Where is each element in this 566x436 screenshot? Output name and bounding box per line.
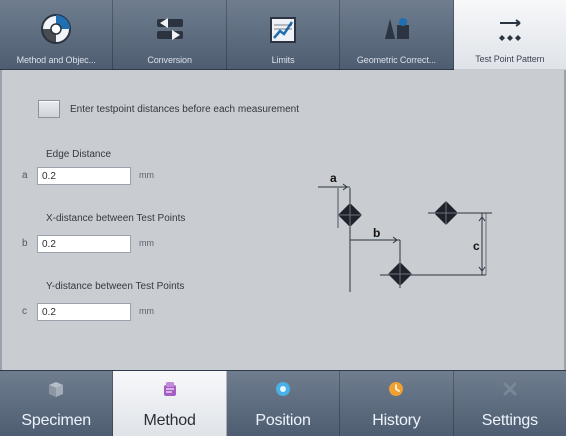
specimen-icon [44, 377, 68, 401]
x-distance-input[interactable] [37, 235, 131, 253]
nav-label: Position [255, 412, 311, 429]
checkbox-label: Enter testpoint distances before each me… [70, 103, 300, 115]
nav-settings[interactable]: Settings [454, 371, 566, 436]
history-icon [384, 377, 408, 401]
y-distance-input[interactable] [37, 303, 131, 321]
test-point-pattern-diagram: a b c [310, 170, 496, 300]
diagram-label-b: b [373, 226, 380, 240]
edge-distance-unit: mm [139, 170, 154, 180]
edge-distance-input[interactable] [37, 167, 131, 185]
nav-label: Settings [481, 412, 538, 429]
field-letter-a: a [22, 170, 28, 181]
settings-panel: Enter testpoint distances before each me… [0, 70, 566, 370]
edge-distance-label: Edge Distance [46, 149, 112, 160]
x-distance-unit: mm [139, 238, 154, 248]
test-point-pattern-icon [488, 7, 532, 51]
test-point-markers [338, 201, 458, 286]
tab-label: Geometric Correct... [356, 55, 436, 65]
field-letter-b: b [22, 238, 28, 249]
conversion-icon [148, 7, 192, 51]
tab-label: Limits [271, 55, 295, 65]
tab-conversion[interactable]: Conversion [113, 0, 227, 70]
nav-position[interactable]: Position [227, 371, 341, 436]
field-letter-c: c [22, 306, 27, 317]
tab-label: Conversion [147, 55, 192, 65]
x-distance-label: X-distance between Test Points [46, 213, 186, 224]
diagram-label-c: c [473, 239, 480, 253]
position-icon [271, 377, 295, 401]
nav-specimen[interactable]: Specimen [0, 371, 114, 436]
tab-geometric-correction[interactable]: Geometric Correct... [340, 0, 454, 70]
y-distance-label: Y-distance between Test Points [46, 281, 185, 292]
nav-label: Specimen [21, 412, 91, 429]
tab-method-and-objectives[interactable]: Method and Objec... [0, 0, 114, 70]
nav-method[interactable]: Method [113, 371, 227, 436]
method-objectives-icon [34, 7, 78, 51]
y-distance-unit: mm [139, 306, 154, 316]
settings-icon [498, 377, 522, 401]
tab-label: Test Point Pattern [475, 54, 545, 64]
app-window: Method and Objec... Conversion Limits Ge… [0, 0, 566, 436]
nav-history[interactable]: History [340, 371, 454, 436]
geometric-correction-icon [374, 7, 418, 51]
tab-label: Method and Objec... [16, 55, 96, 65]
enter-distances-checkbox-row[interactable]: Enter testpoint distances before each me… [38, 97, 299, 121]
nav-label: Method [143, 412, 196, 429]
nav-label: History [372, 412, 421, 429]
top-tabbar: Method and Objec... Conversion Limits Ge… [0, 0, 566, 70]
limits-icon [261, 7, 305, 51]
tab-limits[interactable]: Limits [227, 0, 341, 70]
diagram-label-a: a [330, 171, 337, 185]
tab-test-point-pattern[interactable]: Test Point Pattern [453, 0, 566, 70]
method-icon [158, 377, 182, 401]
bottom-navbar: Specimen Method Position History Setting… [0, 370, 566, 436]
enter-distances-checkbox[interactable] [38, 100, 60, 118]
